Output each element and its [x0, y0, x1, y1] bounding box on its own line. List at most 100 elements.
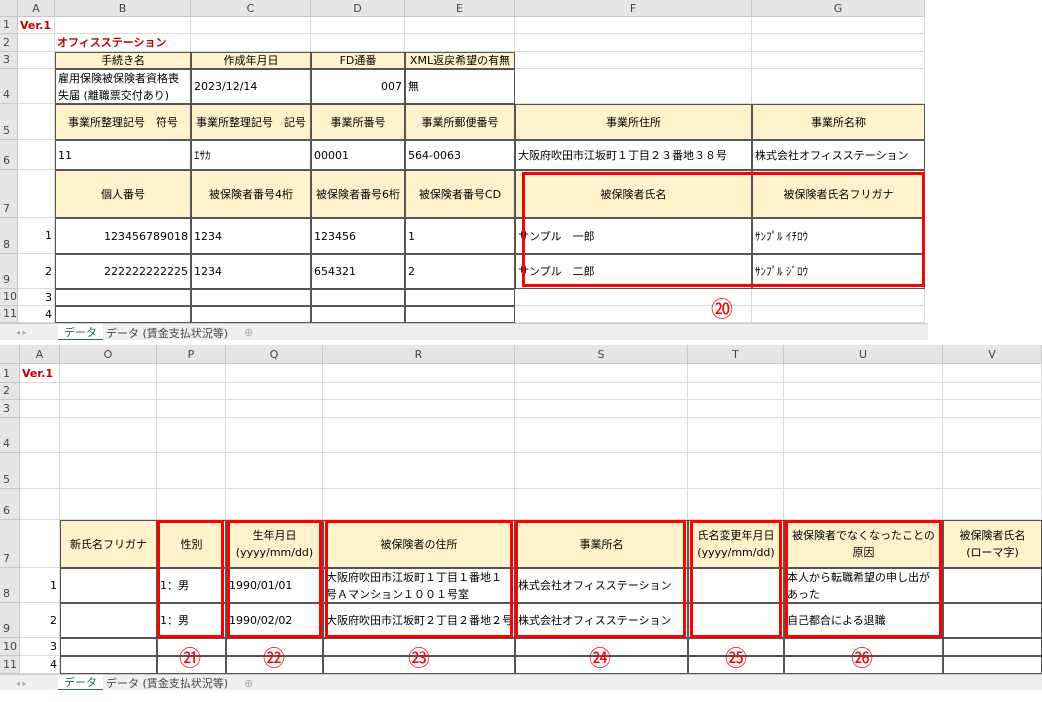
grid-cell[interactable] [18, 34, 55, 52]
grid-cell[interactable] [688, 489, 784, 520]
grid-cell[interactable] [157, 489, 226, 520]
grid-cell[interactable] [784, 489, 943, 520]
cell-B11[interactable] [55, 306, 191, 323]
cell-B2[interactable]: オフィスステーション [55, 34, 191, 52]
cell-C9[interactable]: 1234 [191, 254, 311, 289]
grid-cell[interactable] [323, 418, 515, 453]
plus-circle-icon[interactable]: ⊕ [238, 675, 259, 690]
row-header-6[interactable]: 6 [0, 489, 20, 520]
cell-B9[interactable]: 222222222225 [55, 254, 191, 289]
grid-cell[interactable] [157, 400, 226, 418]
grid-cell[interactable] [943, 489, 1042, 520]
cell-A10[interactable]: 3 [20, 638, 60, 656]
grid-cell[interactable] [226, 400, 323, 418]
grid-cell[interactable] [226, 489, 323, 520]
grid-cell[interactable] [943, 364, 1042, 383]
sheet-tab[interactable]: データ (賃金支払状況等) [100, 675, 234, 690]
grid-cell[interactable] [18, 52, 55, 69]
row-header-11[interactable]: 11 [0, 306, 18, 323]
cell-C7[interactable]: 被保険者番号4桁 [191, 170, 311, 218]
grid-cell[interactable] [323, 489, 515, 520]
grid-cell[interactable] [157, 418, 226, 453]
cell-V11[interactable] [943, 656, 1042, 674]
row-header-5[interactable]: 5 [0, 453, 20, 489]
cell-C6[interactable]: ｴｻｶ [191, 140, 311, 170]
grid-cell[interactable] [55, 17, 191, 34]
row-header-10[interactable]: 10 [0, 289, 18, 306]
cell-E4[interactable]: 無 [405, 69, 515, 104]
grid-cell[interactable] [515, 69, 752, 104]
column-header-P[interactable]: P [157, 345, 226, 364]
grid-cell[interactable] [688, 364, 784, 383]
grid-cell[interactable] [943, 453, 1042, 489]
column-header-R[interactable]: R [323, 345, 515, 364]
row-header-7[interactable]: 7 [0, 520, 20, 568]
grid-cell[interactable] [752, 69, 925, 104]
cell-A1[interactable]: Ver.1 [18, 17, 55, 34]
row-header-4[interactable]: 4 [0, 69, 18, 104]
grid-cell[interactable] [943, 383, 1042, 400]
cell-A11[interactable]: 4 [18, 306, 55, 323]
grid-cell[interactable] [784, 418, 943, 453]
row-header-7[interactable]: 7 [0, 170, 18, 218]
row-header-3[interactable]: 3 [0, 52, 18, 69]
grid-cell[interactable] [752, 52, 925, 69]
grid-cell[interactable] [405, 34, 515, 52]
grid-cell[interactable] [943, 418, 1042, 453]
cell-E5[interactable]: 事業所郵便番号 [405, 104, 515, 140]
cell-D6[interactable]: 00001 [311, 140, 405, 170]
cell-B6[interactable]: 11 [55, 140, 191, 170]
column-header-A[interactable]: A [18, 0, 55, 17]
cell-B4[interactable]: 雇用保険被保険者資格喪失届 (離職票交付あり) [55, 69, 191, 104]
column-header-V[interactable]: V [943, 345, 1042, 364]
cell-O8[interactable] [60, 568, 157, 603]
grid-cell[interactable] [18, 140, 55, 170]
cell-O11[interactable] [60, 656, 157, 674]
cell-V10[interactable] [943, 638, 1042, 656]
cell-D10[interactable] [311, 289, 405, 306]
grid-cell[interactable] [515, 52, 752, 69]
grid-cell[interactable] [752, 34, 925, 52]
cell-B3[interactable]: 手続き名 [55, 52, 191, 69]
grid-cell[interactable] [323, 383, 515, 400]
grid-cell[interactable] [226, 364, 323, 383]
grid-cell[interactable] [515, 489, 688, 520]
column-header-T[interactable]: T [688, 345, 784, 364]
grid-cell[interactable] [226, 383, 323, 400]
cell-A8[interactable]: 1 [18, 218, 55, 254]
row-header-10[interactable]: 10 [0, 638, 20, 656]
select-all-corner[interactable] [0, 0, 18, 17]
cell-A9[interactable]: 2 [18, 254, 55, 289]
grid-cell[interactable] [18, 170, 55, 218]
grid-cell[interactable] [60, 364, 157, 383]
grid-cell[interactable] [60, 383, 157, 400]
grid-cell[interactable] [323, 364, 515, 383]
grid-cell[interactable] [226, 453, 323, 489]
sheet-tab[interactable]: データ [58, 324, 103, 340]
column-header-A[interactable]: A [20, 345, 60, 364]
cell-G5[interactable]: 事業所名称 [752, 104, 925, 140]
grid-cell[interactable] [515, 418, 688, 453]
grid-cell[interactable] [784, 383, 943, 400]
cell-B5[interactable]: 事業所整理記号 符号 [55, 104, 191, 140]
cell-C4[interactable]: 2023/12/14 [191, 69, 311, 104]
grid-cell[interactable] [515, 17, 752, 34]
grid-cell[interactable] [191, 17, 311, 34]
grid-cell[interactable] [515, 34, 752, 52]
grid-cell[interactable] [688, 400, 784, 418]
grid-cell[interactable] [752, 17, 925, 34]
grid-cell[interactable] [752, 306, 925, 323]
row-header-9[interactable]: 9 [0, 603, 20, 638]
grid-cell[interactable] [226, 418, 323, 453]
cell-D9[interactable]: 654321 [311, 254, 405, 289]
cell-F5[interactable]: 事業所住所 [515, 104, 752, 140]
cell-D3[interactable]: FD通番 [311, 52, 405, 69]
cell-E11[interactable] [405, 306, 515, 323]
grid-cell[interactable] [784, 400, 943, 418]
cell-E8[interactable]: 1 [405, 218, 515, 254]
grid-cell[interactable] [784, 364, 943, 383]
row-header-1[interactable]: 1 [0, 364, 20, 383]
plus-circle-icon[interactable]: ⊕ [238, 324, 259, 340]
grid-cell[interactable] [323, 400, 515, 418]
column-header-U[interactable]: U [784, 345, 943, 364]
